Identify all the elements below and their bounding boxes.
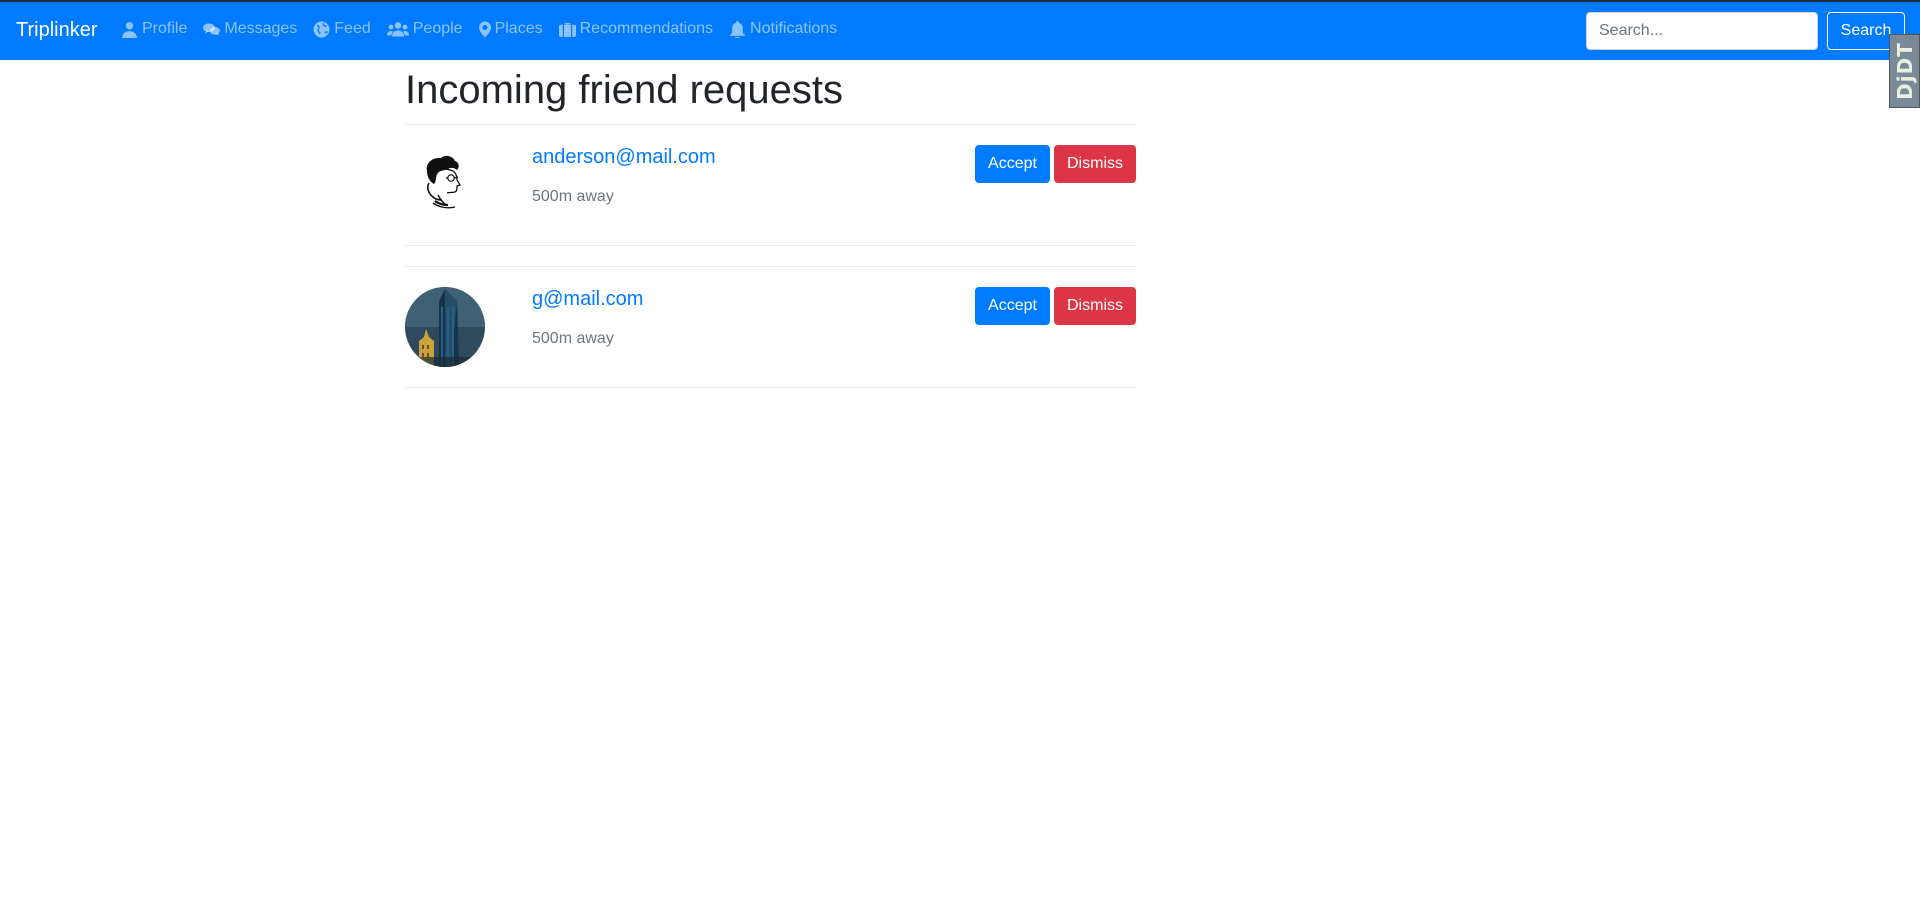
nav-item-label: People [412, 20, 463, 37]
nav-item-label: Notifications [750, 20, 838, 37]
comments-icon [203, 23, 221, 35]
divider [405, 245, 1136, 246]
requester-email-link[interactable]: anderson@mail.com [532, 146, 716, 169]
distance-text: 500m away [532, 330, 614, 347]
bell-icon [730, 20, 745, 38]
nav-item-people[interactable]: People [386, 20, 463, 38]
avatar-skyscraper-photo [405, 287, 485, 367]
debug-toolbar-handle[interactable]: DjDT [1889, 34, 1920, 108]
navbar: Triplinker Profile Messages Feed People … [0, 2, 1920, 60]
debug-toolbar-label: DjDT [1892, 42, 1917, 100]
brand-link[interactable]: Triplinker [16, 19, 98, 42]
accept-button[interactable]: Accept [975, 145, 1050, 183]
avatar[interactable] [405, 143, 485, 223]
nav-item-label: Recommendations [579, 20, 714, 37]
nav-item-places[interactable]: Places [478, 20, 543, 38]
search-input[interactable] [1586, 12, 1818, 50]
divider [405, 124, 1136, 125]
nav-item-profile[interactable]: Profile [121, 20, 187, 38]
avatar-sketch-portrait [405, 143, 485, 223]
nav-item-messages[interactable]: Messages [203, 20, 297, 38]
requester-email-link[interactable]: g@mail.com [532, 288, 643, 311]
accept-button[interactable]: Accept [975, 287, 1050, 325]
nav-item-label: Messages [224, 20, 298, 37]
dismiss-button[interactable]: Dismiss [1054, 145, 1136, 183]
nav-item-notifications[interactable]: Notifications [729, 20, 837, 38]
divider [405, 266, 1136, 267]
nav-item-label: Feed [334, 20, 371, 37]
avatar[interactable] [405, 287, 485, 367]
nav-item-label: Profile [142, 20, 188, 37]
users-icon [386, 21, 409, 36]
suitcase-icon [558, 22, 576, 37]
page-title: Incoming friend requests [405, 68, 844, 112]
nav-links: Profile Messages Feed People Places Reco… [121, 20, 853, 38]
user-icon [122, 21, 137, 38]
map-marker-icon [478, 21, 491, 37]
nav-item-feed[interactable]: Feed [313, 20, 371, 38]
nav-item-label: Places [494, 20, 543, 37]
distance-text: 500m away [532, 188, 614, 205]
divider [405, 387, 1136, 388]
dismiss-button[interactable]: Dismiss [1054, 287, 1136, 325]
globe-icon [313, 21, 330, 37]
nav-item-recommendations[interactable]: Recommendations [558, 20, 714, 38]
